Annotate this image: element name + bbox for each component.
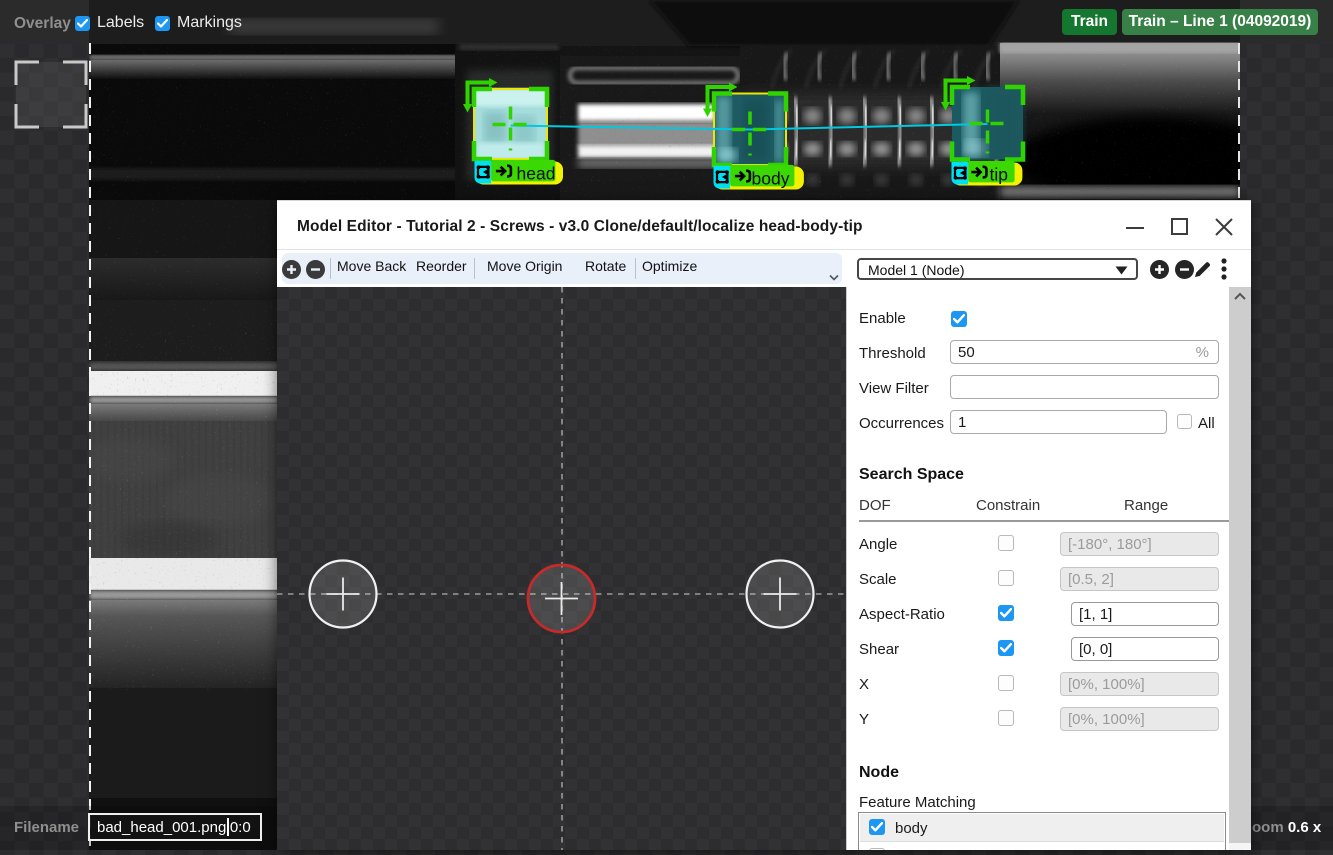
svg-text:tip: tip <box>990 165 1008 185</box>
svg-text:body: body <box>752 169 790 189</box>
svg-text:head: head <box>517 164 556 184</box>
